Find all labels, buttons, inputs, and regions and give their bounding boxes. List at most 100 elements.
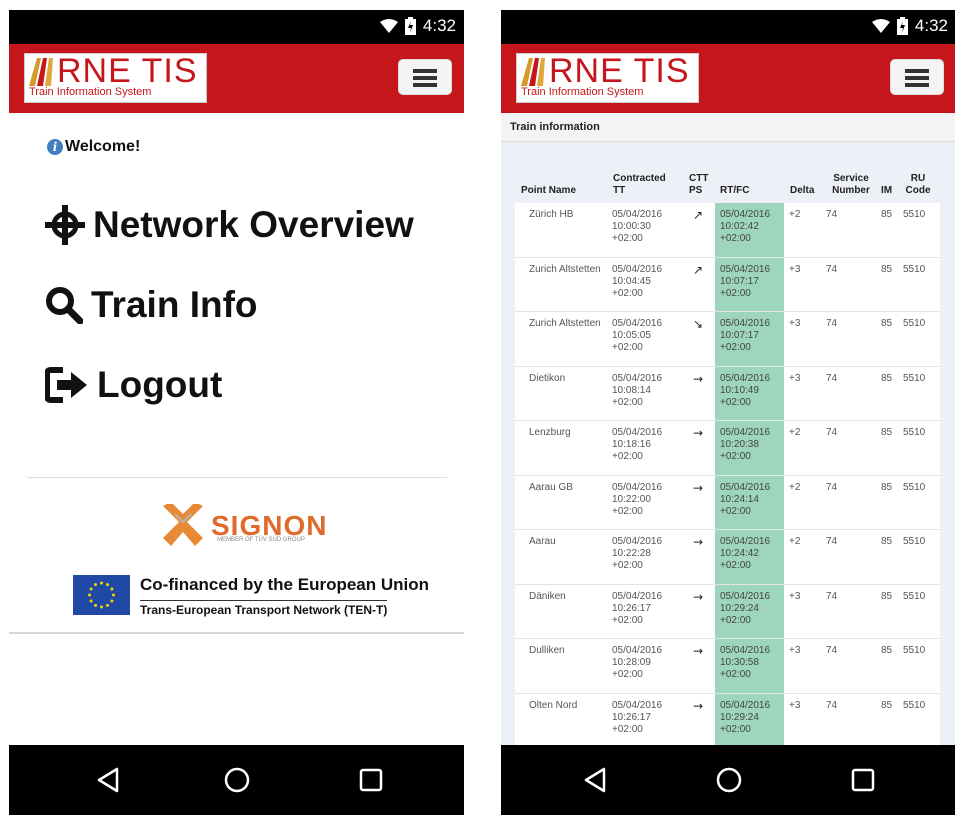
contracted-cell: 05/04/2016 10:05:05 +02:00 (612, 318, 662, 354)
signon-tagline: MEMBER OF TÜV SÜD GROUP (217, 537, 305, 543)
menu-item-network-overview[interactable]: Network Overview (45, 204, 414, 246)
delta-cell: +3 (789, 699, 801, 711)
im-cell: 85 (881, 209, 893, 220)
status-time: 4:32 (422, 16, 456, 35)
back-button[interactable] (69, 745, 149, 815)
menu-button[interactable] (890, 59, 944, 95)
contracted-cell: 05/04/2016 10:08:14 +02:00 (612, 373, 662, 409)
welcome-text: Welcome! (65, 138, 141, 155)
ru-code-cell: 5510 (903, 372, 926, 384)
contracted-date: 05/04/2016 (612, 372, 663, 384)
back-button[interactable] (556, 745, 636, 815)
signon-logo: SIGNON MEMBER OF TÜV SÜD GROUP (161, 504, 327, 548)
home-icon (716, 767, 742, 793)
contracted-tz: +02:00 (612, 505, 643, 517)
table-row[interactable]: Aarau GB 05/04/2016 10:22:00 +02:00 → +2 74 85 5… (515, 475, 940, 530)
recents-button[interactable] (331, 745, 411, 815)
service-number-cell: 74 (826, 645, 838, 656)
rt-fc-value: 05/04/2016 10:20:38 +02:00 (720, 427, 771, 462)
eu-cofinanced-text: Co-financed by the European Union (140, 575, 430, 594)
status-bar: 4:32 (501, 10, 955, 44)
rt-fc-value: 05/04/2016 10:07:17 +02:00 (720, 318, 771, 353)
ctt-arrow-cell: → (693, 589, 704, 604)
ctt-arrow-cell: → (693, 371, 704, 386)
contracted-tz: +02:00 (612, 669, 643, 680)
divider (27, 477, 447, 478)
ru-code-cell: 5510 (903, 645, 926, 656)
ctt-arrow-cell: ↗ (693, 208, 704, 222)
logo-title: RNE TIS (549, 52, 690, 90)
table-row[interactable]: Aarau 05/04/2016 10:22:28 +02:00 → +2 74 85 5510… (515, 530, 940, 585)
rt-fc-cell: 05/04/2016 10:07:17 +02:00 (715, 257, 784, 311)
rt-fc-cell: 05/04/2016 10:24:42 +02:00 (715, 530, 784, 584)
table-row[interactable]: Zurich Altstetten 05/04/2016 10:04:45 +02:0… (515, 257, 940, 312)
phone-screen-menu: 4:32 RNE TIS Train Information System i … (9, 10, 464, 815)
contracted-time: 10:22:28 (612, 548, 651, 559)
recents-icon (851, 768, 875, 792)
contracted-cell: 05/04/2016 10:22:00 +02:00 (612, 482, 662, 518)
eu-tent-text: Trans-European Transport Network (TEN-T) (140, 600, 388, 617)
logout-icon (45, 367, 87, 403)
ru-code-cell: 5510 (903, 263, 926, 275)
point-name-cell: Däniken (529, 590, 566, 602)
section-title: Train information (501, 113, 955, 142)
im-cell: 85 (881, 263, 893, 275)
delta-cell: +3 (789, 263, 801, 275)
point-name-cell: Aarau GB (529, 481, 573, 493)
contracted-time: 10:04:45 (612, 275, 651, 287)
contracted-tz: +02:00 (612, 614, 643, 626)
contracted-tz: +02:00 (612, 723, 643, 735)
point-name-cell: Zürich HB (529, 209, 574, 220)
rt-fc-value: 05/04/2016 10:02:42 +02:00 (720, 209, 771, 244)
back-icon (97, 767, 119, 793)
table-row[interactable]: Dulliken 05/04/2016 10:28:09 +02:00 → +3 74 85 5… (515, 639, 940, 694)
wifi-icon (379, 19, 398, 33)
home-button[interactable] (197, 745, 277, 815)
im-cell: 85 (881, 427, 893, 438)
contracted-time: 10:26:17 (612, 602, 651, 614)
ctt-arrow-cell: → (693, 644, 704, 658)
rt-fc-cell: 05/04/2016 10:20:38 +02:00 (715, 421, 784, 475)
logo-mark-icon (521, 58, 545, 86)
menu-item-logout[interactable]: Logout (45, 364, 222, 406)
rt-fc-cell: 05/04/2016 10:07:17 +02:00 (715, 312, 784, 366)
rt-fc-cell: 05/04/2016 10:29:24 +02:00 (715, 693, 784, 745)
recents-button[interactable] (823, 745, 903, 815)
ctt-arrow-cell: ↘ (693, 317, 704, 331)
eu-flag-icon (73, 575, 130, 615)
rt-fc-value: 05/04/2016 10:24:14 +02:00 (720, 481, 771, 517)
ctt-arrow-cell: → (693, 480, 704, 495)
contracted-time: 10:22:00 (612, 493, 651, 505)
menu-item-train-info[interactable]: Train Info (45, 284, 258, 326)
im-cell: 85 (881, 699, 893, 711)
ctt-arrow-cell: ↗ (693, 262, 704, 277)
table-row[interactable]: Zurich Altstetten 05/04/2016 10:05:05 +02:0… (515, 312, 940, 367)
table-row[interactable]: Olten Nord 05/04/2016 10:26:17 +02:00 → +3 74 8… (515, 693, 940, 745)
ru-code-cell: 5510 (903, 481, 926, 493)
rt-fc-cell: 05/04/2016 10:29:24 +02:00 (715, 584, 784, 638)
contracted-tz: +02:00 (612, 396, 643, 408)
contracted-date: 05/04/2016 (612, 427, 663, 438)
delta-cell: +2 (789, 536, 801, 547)
contracted-date: 05/04/2016 (612, 263, 663, 275)
table-row[interactable]: Dietikon 05/04/2016 10:08:14 +02:00 → +3 74 85 5… (515, 366, 940, 421)
header-im: IM (881, 185, 893, 196)
menu-button[interactable] (398, 59, 452, 95)
home-button[interactable] (689, 745, 769, 815)
table-row[interactable]: Zürich HB 05/04/2016 10:00:30 +02:00 ↗ +2 74 85… (515, 203, 940, 258)
delta-cell: +2 (789, 481, 801, 493)
header-delta: Delta (790, 185, 815, 196)
contracted-tz: +02:00 (612, 342, 643, 353)
logo-title: RNE TIS (57, 52, 198, 90)
ru-code-cell: 5510 (903, 536, 926, 547)
crosshair-icon (45, 205, 85, 245)
android-nav-bar (501, 745, 955, 815)
app-header: RNE TIS Train Information System (9, 44, 464, 113)
table-row[interactable]: Däniken 05/04/2016 10:26:17 +02:00 → +3 74 85 55… (515, 584, 940, 639)
point-name-cell: Olten Nord (529, 699, 578, 711)
im-cell: 85 (881, 645, 893, 656)
contracted-date: 05/04/2016 (612, 536, 663, 547)
point-name-cell: Dietikon (529, 372, 566, 384)
contracted-time: 10:00:30 (612, 221, 651, 232)
table-row[interactable]: Lenzburg 05/04/2016 10:18:16 +02:00 → +2 74 85 5… (515, 421, 940, 476)
